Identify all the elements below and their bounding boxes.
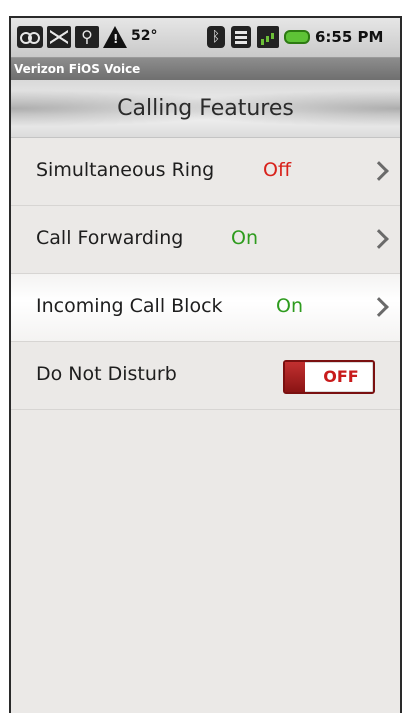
toggle-knob (285, 362, 305, 392)
list-item-label: Do Not Disturb (36, 363, 177, 385)
status-bar: ⚲ ! 52° ᛒ 6:55 PM (11, 18, 400, 58)
status-text: Off (263, 159, 292, 181)
list-item-incoming-call-block[interactable]: Incoming Call Block On (11, 274, 400, 342)
clock-text: 6:55 PM (315, 28, 384, 46)
bluetooth-icon: ᛒ (207, 26, 225, 48)
wifi-icon (231, 26, 251, 48)
mail-icon (47, 26, 71, 48)
list-item-do-not-disturb: Do Not Disturb OFF (11, 342, 400, 410)
list-item-label: Call Forwarding (36, 227, 184, 249)
signal-icon (257, 26, 279, 48)
status-text: On (276, 295, 303, 317)
list-item-label: Simultaneous Ring (36, 159, 215, 181)
usb-icon: ⚲ (75, 26, 99, 48)
do-not-disturb-toggle[interactable]: OFF (283, 360, 375, 394)
status-text: On (231, 227, 258, 249)
phone-screen: ⚲ ! 52° ᛒ 6:55 PM Verizon FiOS Voice Cal… (9, 16, 402, 713)
battery-icon (284, 30, 310, 44)
temperature-text: 52° (131, 28, 158, 44)
warning-mark: ! (113, 32, 119, 46)
page-title: Calling Features (11, 80, 400, 138)
chevron-right-icon (369, 297, 389, 317)
list-item-call-forwarding[interactable]: Call Forwarding On (11, 206, 400, 274)
app-title: Verizon FiOS Voice (11, 58, 400, 80)
voicemail-icon (17, 26, 43, 48)
list-item-simultaneous-ring[interactable]: Simultaneous Ring Off (11, 138, 400, 206)
chevron-right-icon (369, 161, 389, 181)
chevron-right-icon (369, 229, 389, 249)
list-item-label: Incoming Call Block (36, 295, 223, 317)
toggle-label: OFF (323, 367, 359, 386)
